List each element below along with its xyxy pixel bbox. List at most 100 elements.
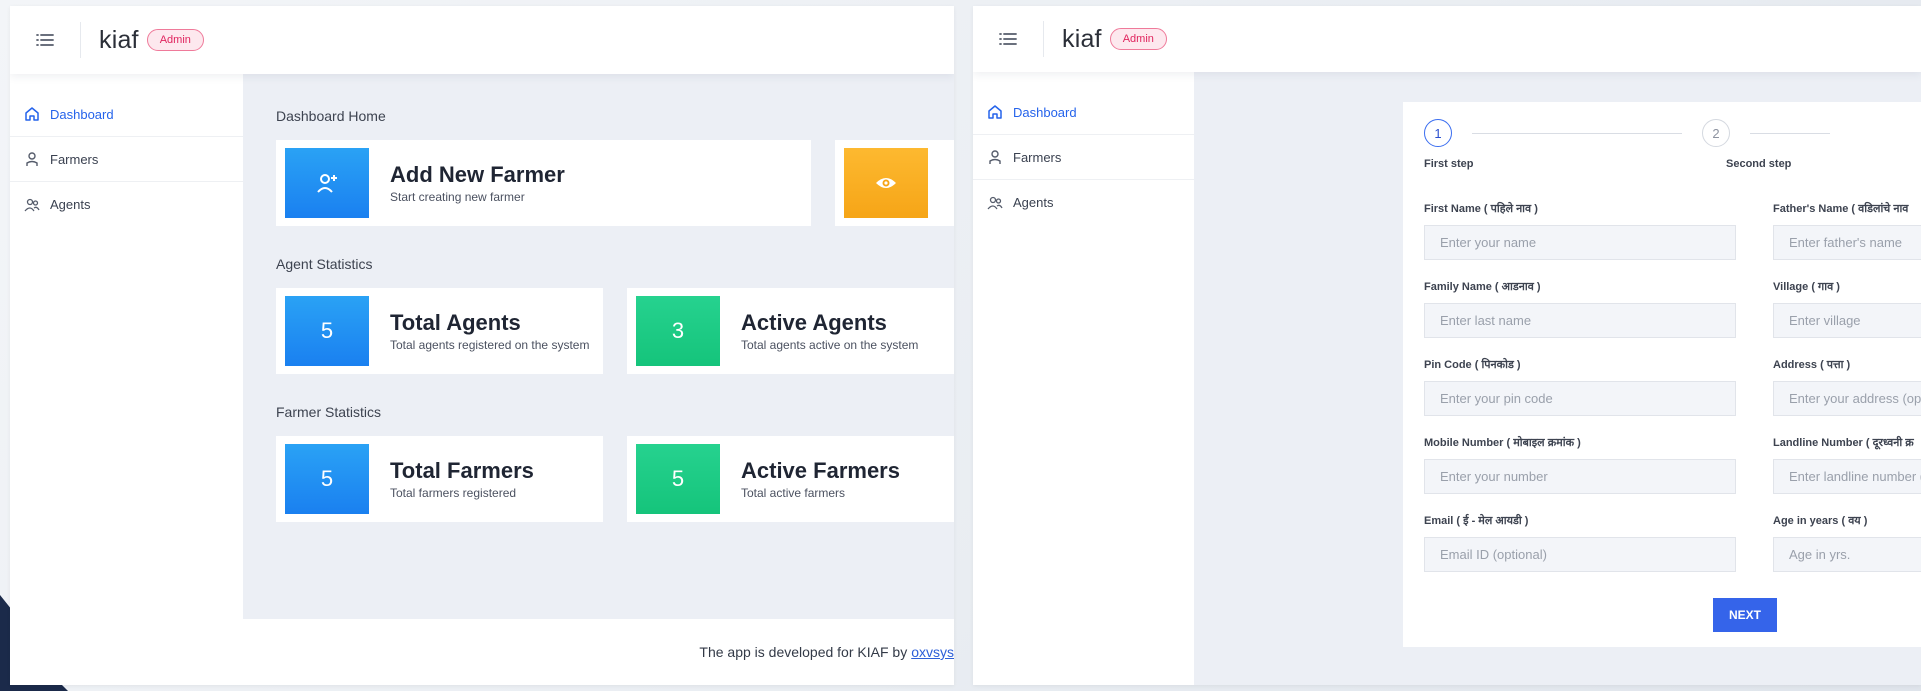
step-1-indicator[interactable]: 1 bbox=[1424, 119, 1452, 147]
field-fathers-name: Father's Name ( वडिलांचे नाव bbox=[1773, 182, 1921, 260]
sidebar-item-label: Farmers bbox=[50, 151, 99, 167]
top-bar: kiaf Admin bbox=[973, 6, 1921, 72]
field-email: Email ( ई - मेल आयडी ) bbox=[1424, 494, 1736, 572]
users-icon bbox=[987, 195, 1003, 211]
card-title: Active Agents bbox=[741, 310, 887, 335]
user-plus-icon bbox=[285, 148, 369, 218]
form-fields: First Name ( पहिले नाव ) Father's Name (… bbox=[1424, 182, 1921, 572]
family-name-input[interactable] bbox=[1424, 303, 1736, 338]
field-label: Village ( गाव ) bbox=[1773, 281, 1840, 293]
dashboard-screen: kiaf Admin Dashboard Farmers Agents Dash… bbox=[10, 6, 954, 685]
card-subtitle: Total farmers registered bbox=[390, 486, 517, 500]
step-2-indicator[interactable]: 2 bbox=[1702, 119, 1730, 147]
card-title: Total Farmers bbox=[390, 458, 534, 483]
home-icon bbox=[24, 106, 40, 122]
field-address: Address ( पत्ता ) bbox=[1773, 338, 1921, 416]
step-1-label: First step bbox=[1424, 158, 1474, 170]
sidebar-item-farmers[interactable]: Farmers bbox=[10, 137, 243, 182]
view-farmers-card[interactable] bbox=[835, 140, 954, 226]
total-farmers-card[interactable]: 5 Total Farmers Total farmers registered bbox=[276, 436, 603, 522]
mobile-number-input[interactable] bbox=[1424, 459, 1736, 494]
role-badge: Admin bbox=[1109, 28, 1167, 50]
users-icon bbox=[24, 197, 40, 213]
brand-name: kiaf bbox=[99, 25, 139, 54]
dashboard-main: Dashboard Home Add New Farmer Start crea… bbox=[243, 74, 954, 685]
card-subtitle: Total agents registered on the system bbox=[390, 338, 590, 352]
menu-button[interactable] bbox=[10, 6, 80, 74]
divider bbox=[80, 22, 81, 58]
card-subtitle: Total agents active on the system bbox=[741, 338, 919, 352]
field-first-name: First Name ( पहिले नाव ) bbox=[1424, 182, 1736, 260]
menu-icon bbox=[36, 34, 54, 46]
brand-name: kiaf bbox=[1062, 24, 1102, 53]
sidebar-item-dashboard[interactable]: Dashboard bbox=[10, 92, 243, 137]
field-label: Email ( ई - मेल आयडी ) bbox=[1424, 515, 1529, 527]
agent-statistics-title: Agent Statistics bbox=[276, 256, 373, 272]
sidebar: Dashboard Farmers Agents bbox=[10, 74, 243, 685]
sidebar-item-label: Dashboard bbox=[1013, 104, 1077, 120]
fathers-name-input[interactable] bbox=[1773, 225, 1921, 260]
age-input[interactable] bbox=[1773, 537, 1921, 572]
total-agents-card[interactable]: 5 Total Agents Total agents registered o… bbox=[276, 288, 603, 374]
top-bar: kiaf Admin bbox=[10, 6, 954, 74]
eye-icon bbox=[844, 148, 929, 218]
sidebar: Dashboard Farmers Agents bbox=[973, 72, 1194, 685]
field-label: First Name ( पहिले नाव ) bbox=[1424, 203, 1538, 215]
field-landline-number: Landline Number ( दूरध्वनी क्र bbox=[1773, 416, 1921, 494]
active-farmers-card[interactable]: 5 Active Farmers Total active farmers bbox=[627, 436, 954, 522]
first-name-input[interactable] bbox=[1424, 225, 1736, 260]
field-label: Age in years ( वय ) bbox=[1773, 515, 1868, 527]
card-subtitle: Start creating new farmer bbox=[390, 190, 525, 204]
field-label: Mobile Number ( मोबाइल क्रमांक ) bbox=[1424, 437, 1581, 449]
user-icon bbox=[987, 149, 1003, 165]
field-pin-code: Pin Code ( पिनकोड ) bbox=[1424, 338, 1736, 416]
pin-code-input[interactable] bbox=[1424, 381, 1736, 416]
email-input[interactable] bbox=[1424, 537, 1736, 572]
sidebar-item-agents[interactable]: Agents bbox=[973, 180, 1194, 225]
footer: The app is developed for KIAF by oxvsys bbox=[243, 619, 954, 685]
sidebar-item-label: Agents bbox=[50, 197, 91, 212]
sidebar-item-label: Farmers bbox=[1013, 149, 1062, 165]
active-agents-card[interactable]: 3 Active Agents Total agents active on t… bbox=[627, 288, 954, 374]
sidebar-item-label: Dashboard bbox=[50, 106, 114, 122]
card-title: Active Farmers bbox=[741, 458, 900, 483]
add-farmer-screen: kiaf Admin Dashboard Farmers Agents 1 2 … bbox=[973, 6, 1921, 685]
step-2-label: Second step bbox=[1726, 158, 1792, 170]
card-title: Add New Farmer bbox=[390, 162, 565, 187]
role-badge: Admin bbox=[146, 29, 204, 51]
sidebar-item-dashboard[interactable]: Dashboard bbox=[973, 90, 1194, 135]
sidebar-item-farmers[interactable]: Farmers bbox=[973, 135, 1194, 180]
stat-value: 5 bbox=[636, 444, 720, 514]
sidebar-item-agents[interactable]: Agents bbox=[10, 182, 243, 227]
divider bbox=[1043, 21, 1044, 57]
menu-button[interactable] bbox=[973, 6, 1043, 72]
field-label: Landline Number ( दूरध्वनी क्र bbox=[1773, 437, 1914, 449]
village-input[interactable] bbox=[1773, 303, 1921, 338]
next-button[interactable]: NEXT bbox=[1713, 598, 1777, 632]
field-label: Family Name ( आडनाव ) bbox=[1424, 281, 1541, 293]
stepper: 1 2 bbox=[1424, 118, 1921, 148]
add-farmer-card[interactable]: Add New Farmer Start creating new farmer bbox=[276, 140, 812, 226]
footer-text: The app is developed for KIAF by bbox=[699, 644, 908, 660]
menu-icon bbox=[999, 33, 1017, 45]
farmer-form: 1 2 First step Second step First Name ( … bbox=[1403, 102, 1921, 647]
stat-value: 5 bbox=[285, 444, 369, 514]
field-village: Village ( गाव ) bbox=[1773, 260, 1921, 338]
card-subtitle: Total active farmers bbox=[741, 486, 846, 500]
page-title: Dashboard Home bbox=[276, 108, 386, 124]
field-mobile-number: Mobile Number ( मोबाइल क्रमांक ) bbox=[1424, 416, 1736, 494]
field-family-name: Family Name ( आडनाव ) bbox=[1424, 260, 1736, 338]
address-input[interactable] bbox=[1773, 381, 1921, 416]
stat-value: 3 bbox=[636, 296, 720, 366]
stat-value: 5 bbox=[285, 296, 369, 366]
landline-number-input[interactable] bbox=[1773, 459, 1921, 494]
card-title: Total Agents bbox=[390, 310, 521, 335]
field-age: Age in years ( वय ) bbox=[1773, 494, 1921, 572]
step-connector bbox=[1750, 132, 1830, 134]
footer-link[interactable]: oxvsys bbox=[911, 644, 954, 660]
field-label: Father's Name ( वडिलांचे नाव bbox=[1773, 203, 1909, 215]
sidebar-item-label: Agents bbox=[1013, 195, 1054, 210]
user-icon bbox=[24, 151, 40, 167]
farmer-statistics-title: Farmer Statistics bbox=[276, 404, 382, 420]
field-label: Address ( पत्ता ) bbox=[1773, 359, 1851, 371]
